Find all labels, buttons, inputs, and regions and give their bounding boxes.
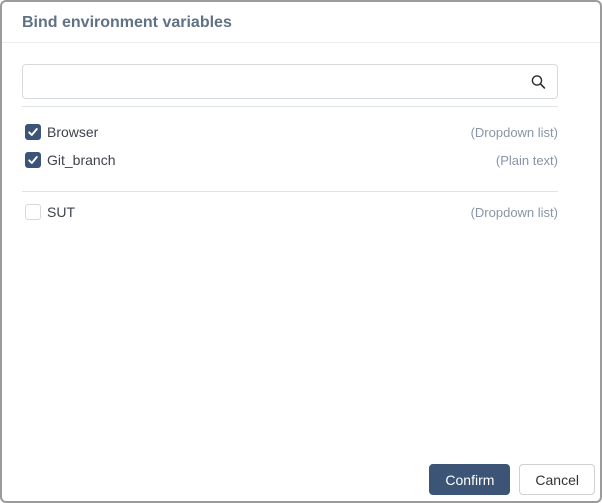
dialog-footer: Confirm Cancel [2,464,600,501]
variable-row-git-branch[interactable]: Git_branch (Plain text) [22,146,558,174]
search-box [22,64,558,99]
checkbox-git-branch[interactable] [25,152,41,168]
dialog-body: Browser (Dropdown list) Git_branch (Plai… [2,43,600,464]
cancel-button[interactable]: Cancel [519,464,595,495]
confirm-button[interactable]: Confirm [429,464,511,495]
variable-row-sut[interactable]: SUT (Dropdown list) [22,198,558,226]
variable-type-badge: (Dropdown list) [470,124,558,140]
bind-environment-variables-dialog: Bind environment variables Browser (Drop… [0,0,602,503]
variable-type-badge: (Dropdown list) [470,204,558,220]
checkmark-icon [28,128,38,136]
dialog-title: Bind environment variables [22,14,232,31]
checkbox-browser[interactable] [25,124,41,140]
variable-label: Browser [47,124,99,140]
checkbox-sut[interactable] [25,204,41,220]
variable-list: Browser (Dropdown list) Git_branch (Plai… [22,107,558,226]
search-input[interactable] [22,64,558,99]
group-divider [22,191,558,192]
checkmark-icon [28,156,38,164]
variable-type-badge: (Plain text) [495,152,558,168]
variable-label: SUT [47,204,75,220]
variable-row-browser[interactable]: Browser (Dropdown list) [22,118,558,146]
variable-label: Git_branch [47,152,116,168]
dialog-header: Bind environment variables [2,2,600,43]
